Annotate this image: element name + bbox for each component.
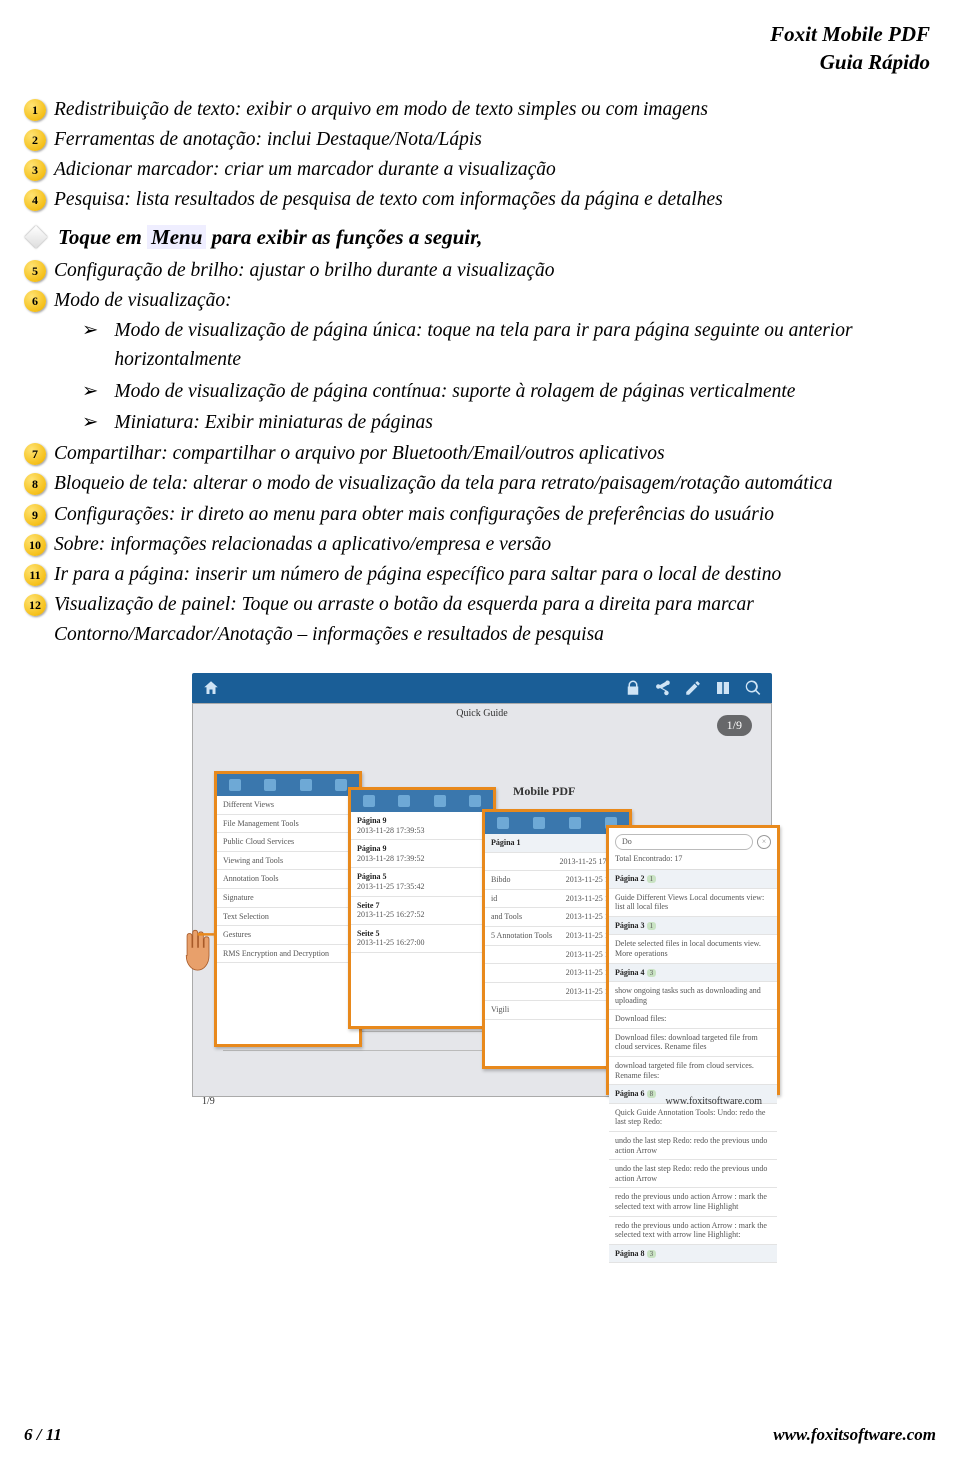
overlay-search-results: Do × Total Encontrado: 17 Página 2 1 Gui… xyxy=(606,825,780,1095)
marker-6-icon: 6 xyxy=(24,290,46,312)
lock-icon xyxy=(624,679,642,697)
document-header: Foxit Mobile PDF Guia Rápido xyxy=(24,20,940,77)
item-6: 6 Modo de visualização: xyxy=(24,286,940,315)
search-icon xyxy=(744,679,762,697)
mock-mobile-pdf: Mobile PDF xyxy=(513,784,575,799)
item-1-text: Redistribuição de texto: exibir o arquiv… xyxy=(54,95,708,124)
screenshot-figure: Quick Guide Mobile PDF Text Selection Ge… xyxy=(132,673,832,1137)
subitem-single-page: ➢ Modo de visualização de página única: … xyxy=(24,316,940,375)
item-11-text: Ir para a página: inserir um número de p… xyxy=(54,560,781,589)
item-10: 10 Sobre: informações relacionadas a apl… xyxy=(24,530,940,559)
item-12-text: Visualização de painel: Toque ou arraste… xyxy=(54,590,940,649)
marker-1-icon: 1 xyxy=(24,99,46,121)
marker-12-icon: 12 xyxy=(24,594,46,616)
header-product: Foxit Mobile PDF xyxy=(24,20,930,48)
mock-footer: 1/9 www.foxitsoftware.com xyxy=(202,1096,762,1107)
marker-7-icon: 7 xyxy=(24,443,46,465)
marker-2-icon: 2 xyxy=(24,129,46,151)
diamond-icon xyxy=(25,226,48,249)
item-7: 7 Compartilhar: compartilhar o arquivo p… xyxy=(24,439,940,468)
overlay-bookmarks: Página 92013-11-28 17:39:53 Página 92013… xyxy=(348,787,496,1029)
mock-page-indicator: 1/9 xyxy=(717,715,752,736)
footer-url: www.foxitsoftware.com xyxy=(773,1425,936,1445)
marker-8-icon: 8 xyxy=(24,473,46,495)
mock-toolbar xyxy=(192,673,772,703)
item-9-text: Configurações: ir direto ao menu para ob… xyxy=(54,500,774,529)
marker-3-icon: 3 xyxy=(24,159,46,181)
item-2: 2 Ferramentas de anotação: inclui Destaq… xyxy=(24,125,940,154)
arrow-icon: ➢ xyxy=(82,377,98,406)
item-4: 4 Pesquisa: lista resultados de pesquisa… xyxy=(24,185,940,214)
item-8: 8 Bloqueio de tela: alterar o modo de vi… xyxy=(24,469,940,498)
item-9: 9 Configurações: ir direto ao menu para … xyxy=(24,500,940,529)
item-7-text: Compartilhar: compartilhar o arquivo por… xyxy=(54,439,665,468)
item-3-text: Adicionar marcador: criar um marcador du… xyxy=(54,155,556,184)
marker-4-icon: 4 xyxy=(24,189,46,211)
marker-11-icon: 11 xyxy=(24,564,46,586)
marker-9-icon: 9 xyxy=(24,504,46,526)
share-icon xyxy=(654,679,672,697)
item-6-text: Modo de visualização: xyxy=(54,286,232,315)
page-number: 6 / 11 xyxy=(24,1425,62,1445)
item-2-text: Ferramentas de anotação: inclui Destaque… xyxy=(54,125,482,154)
arrow-icon: ➢ xyxy=(82,408,98,437)
marker-10-icon: 10 xyxy=(24,534,46,556)
subitem-continuous: ➢ Modo de visualização de página contínu… xyxy=(24,377,940,406)
item-1: 1 Redistribuição de texto: exibir o arqu… xyxy=(24,95,940,124)
arrow-icon: ➢ xyxy=(82,316,98,345)
marker-5-icon: 5 xyxy=(24,260,46,282)
item-12: 12 Visualização de painel: Toque ou arra… xyxy=(24,590,940,649)
item-5: 5 Configuração de brilho: ajustar o bril… xyxy=(24,256,940,285)
header-subtitle: Guia Rápido xyxy=(24,48,930,76)
subitem-thumbnail: ➢ Miniatura: Exibir miniaturas de página… xyxy=(24,408,940,437)
home-icon xyxy=(202,679,220,697)
overlay-outline: Different Views File Management Tools Pu… xyxy=(214,771,362,1047)
mock-quick-guide: Quick Guide xyxy=(193,708,771,719)
item-4-text: Pesquisa: lista resultados de pesquisa d… xyxy=(54,185,723,214)
item-5-text: Configuração de brilho: ajustar o brilho… xyxy=(54,256,555,285)
pencil-icon xyxy=(684,679,702,697)
book-icon xyxy=(714,679,732,697)
item-10-text: Sobre: informações relacionadas a aplica… xyxy=(54,530,551,559)
item-11: 11 Ir para a página: inserir um número d… xyxy=(24,560,940,589)
page-footer: 6 / 11 www.foxitsoftware.com xyxy=(24,1425,936,1445)
item-8-text: Bloqueio de tela: alterar o modo de visu… xyxy=(54,469,832,498)
submenu-heading: Toque em Menu para exibir as funções a s… xyxy=(28,225,940,250)
item-3: 3 Adicionar marcador: criar um marcador … xyxy=(24,155,940,184)
submenu-heading-text: Toque em Menu para exibir as funções a s… xyxy=(58,225,482,250)
